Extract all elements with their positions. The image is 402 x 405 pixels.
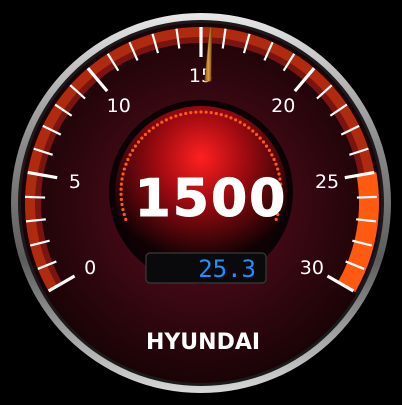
inner-arc-dot	[272, 157, 276, 162]
inner-arc-dot	[122, 212, 126, 217]
inner-arc-dot	[160, 120, 164, 124]
scale-label-20: 20	[271, 95, 295, 117]
inner-arc-dot	[133, 144, 138, 148]
inner-arc-dot	[251, 129, 255, 133]
inner-arc-dot	[194, 110, 198, 114]
secondary-readout: 25.3	[198, 255, 256, 283]
inner-arc-dot	[151, 126, 155, 130]
inner-arc-dot	[124, 162, 128, 166]
inner-arc-dot	[234, 118, 238, 122]
inner-arc-dot	[119, 197, 123, 202]
inner-arc-dot	[122, 167, 126, 171]
inner-arc-dot	[254, 132, 259, 137]
inner-arc-dot	[119, 187, 123, 191]
inner-arc-dot	[209, 111, 213, 115]
inner-arc-dot	[238, 120, 242, 124]
inner-arc-dot	[169, 116, 173, 120]
minor-tick	[25, 195, 46, 199]
inner-arc-dot	[128, 153, 132, 157]
inner-arc-dot	[274, 162, 278, 166]
inner-arc-dot	[247, 126, 251, 130]
inner-arc-dot	[267, 148, 271, 152]
brand-label: HYUNDAI	[146, 330, 260, 355]
inner-arc-dot	[131, 148, 135, 152]
scale-label-25: 25	[315, 171, 339, 193]
inner-arc-dot	[119, 192, 123, 196]
inner-arc-dot	[179, 113, 183, 117]
inner-arc-dot	[261, 140, 266, 144]
inner-arc-dot	[270, 153, 274, 157]
inner-arc-dot	[224, 114, 228, 118]
inner-arc-dot	[199, 110, 203, 114]
inner-arc-dot	[126, 157, 130, 162]
inner-arc-dot	[147, 129, 151, 133]
inner-arc-dot	[136, 140, 141, 144]
inner-arc-dot	[189, 111, 193, 115]
inner-arc-dot	[184, 111, 188, 116]
scale-label-5: 5	[69, 171, 81, 193]
scale-label-10: 10	[107, 95, 131, 117]
inner-arc-dot	[140, 136, 144, 140]
inner-arc-dot	[164, 118, 168, 122]
scale-label-0: 0	[84, 257, 96, 279]
inner-arc-dot	[229, 116, 233, 120]
scale-label-30: 30	[300, 257, 324, 279]
inner-arc-dot	[264, 144, 269, 148]
inner-arc-dot	[219, 113, 223, 117]
inner-arc-dot	[155, 123, 160, 127]
inner-arc-dot	[120, 202, 124, 207]
inner-arc-dot	[174, 114, 178, 118]
inner-arc-dot	[214, 111, 218, 116]
inner-arc-dot	[124, 217, 128, 221]
inner-arc-dot	[121, 207, 125, 212]
minor-tick	[356, 195, 377, 199]
inner-arc-dot	[119, 182, 123, 186]
inner-arc-dot	[258, 136, 262, 140]
inner-arc-dot	[143, 132, 148, 137]
rpm-readout: 1500	[135, 169, 288, 229]
inner-arc-dot	[121, 172, 125, 176]
inner-arc-dot	[204, 110, 208, 114]
inner-arc-dot	[242, 123, 247, 127]
inner-arc-dot	[120, 177, 124, 181]
gauge-widget: 0 5 10 15 20 25 30 1500 25.3 HYUNDAI	[0, 0, 402, 405]
